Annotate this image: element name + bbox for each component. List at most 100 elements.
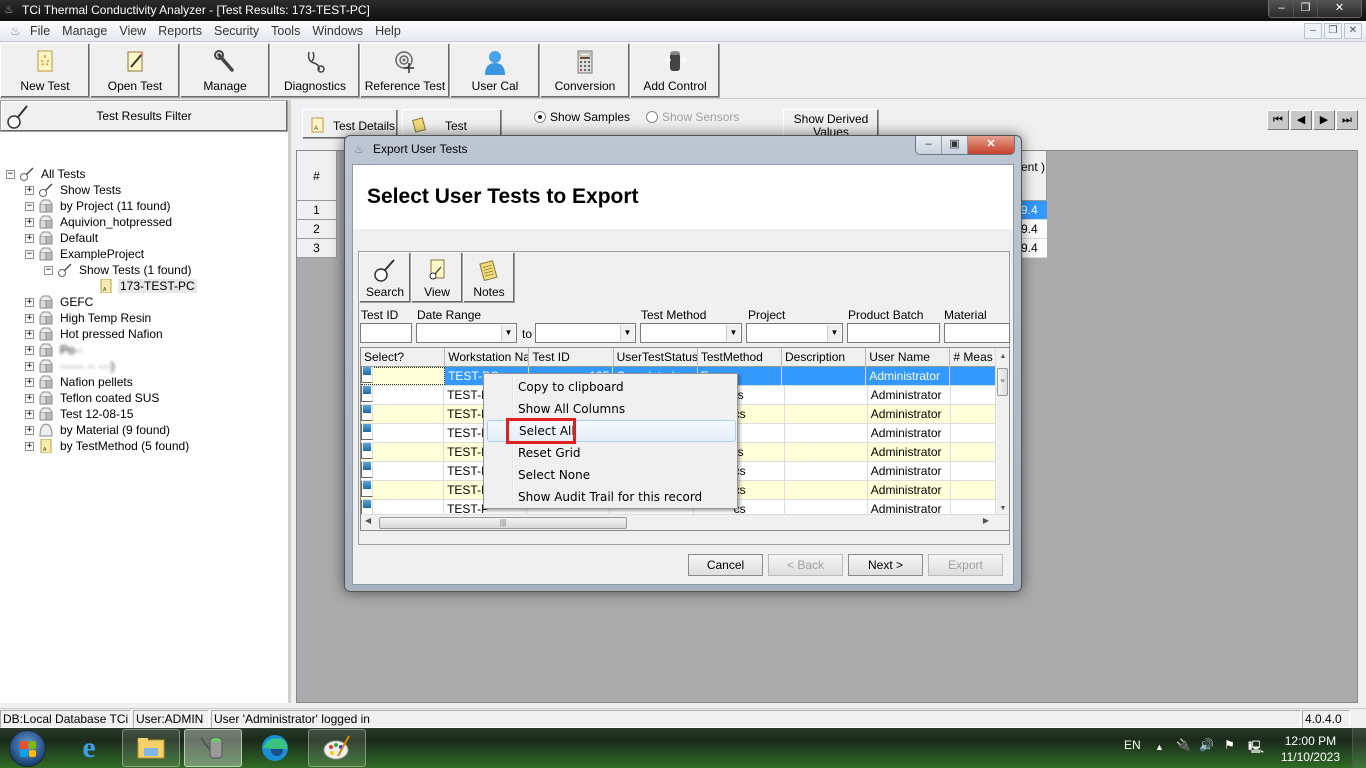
scroll-right-arrow[interactable]: ▶	[983, 516, 989, 525]
diagnostics-button[interactable]: Diagnostics	[270, 43, 360, 98]
grid-cell-user[interactable]: Administrator	[868, 386, 951, 404]
expand-icon[interactable]: +	[25, 425, 34, 435]
test-method-dropdown[interactable]: ▼	[640, 323, 742, 343]
expand-icon[interactable]: +	[25, 297, 34, 307]
chevron-down-icon[interactable]: ▼	[620, 325, 634, 341]
column-header[interactable]: Workstation Nar	[445, 348, 530, 367]
system-clock[interactable]: 12:00 PM 11/10/2023	[1281, 733, 1340, 765]
row-number-header[interactable]: #	[297, 151, 337, 201]
menu-item-copy-to-clipboard[interactable]: Copy to clipboard	[487, 376, 736, 398]
grid-cell-description[interactable]	[785, 443, 868, 461]
dialog-maximize-button[interactable]: ▣	[942, 136, 968, 154]
conversion-button[interactable]: Conversion	[540, 43, 630, 98]
menu-help[interactable]: Help	[375, 24, 401, 38]
user-cal-button[interactable]: User Cal	[450, 43, 540, 98]
expand-icon[interactable]: +	[25, 233, 34, 243]
last-record-button[interactable]: ⏭	[1336, 110, 1358, 130]
tree-item[interactable]: − Show Tests (1 found)	[44, 262, 194, 278]
expand-icon[interactable]: +	[25, 377, 34, 387]
grid-cell-user[interactable]: Administrator	[866, 367, 951, 385]
show-sensors-radio[interactable]: Show Sensors	[646, 110, 739, 124]
scroll-thumb[interactable]: |||	[379, 517, 627, 529]
menu-item-show-all-columns[interactable]: Show All Columns	[487, 398, 736, 420]
grid-cell-meas[interactable]	[951, 424, 997, 442]
menu-manage[interactable]: Manage	[62, 24, 107, 38]
tree-item[interactable]: − All Tests	[6, 166, 87, 182]
reference-test-button[interactable]: Reference Test	[360, 43, 450, 98]
grid-cell-description[interactable]	[785, 405, 868, 423]
column-header[interactable]: # Meas	[950, 348, 997, 367]
test-id-input[interactable]	[360, 323, 412, 343]
tree-item[interactable]: + High Temp Resin	[25, 310, 153, 326]
grid-cell-meas[interactable]	[951, 481, 997, 499]
grid-cell-user[interactable]: Administrator	[868, 481, 951, 499]
tree-item[interactable]: A 173-TEST-PC	[98, 278, 197, 294]
tree-item[interactable]: + Test 12-08-15	[25, 406, 135, 422]
menu-item-show-audit-trail[interactable]: Show Audit Trail for this record	[487, 486, 736, 508]
tree-item[interactable]: + Aby TestMethod (5 found)	[25, 438, 191, 454]
chevron-down-icon[interactable]: ▼	[726, 325, 740, 341]
material-input[interactable]	[944, 323, 1010, 343]
grid-cell-description[interactable]	[785, 462, 868, 480]
manage-button[interactable]: Manage	[180, 43, 270, 98]
menu-reports[interactable]: Reports	[158, 24, 202, 38]
cancel-button[interactable]: Cancel	[688, 554, 763, 576]
collapse-icon[interactable]: −	[44, 265, 53, 275]
test-results-filter-button[interactable]: Test Results Filter	[0, 100, 288, 132]
chevron-down-icon[interactable]: ▼	[501, 325, 515, 341]
volume-icon[interactable]: 🔊	[1199, 738, 1214, 752]
column-header[interactable]: User Name	[866, 348, 951, 367]
tree-item[interactable]: − by Project (11 found)	[25, 198, 173, 214]
grid-cell-description[interactable]	[785, 424, 868, 442]
column-header-partial[interactable]: ent )	[1021, 151, 1047, 201]
collapse-icon[interactable]: −	[25, 249, 34, 259]
menu-file[interactable]: File	[30, 24, 50, 38]
menu-item-select-none[interactable]: Select None	[487, 464, 736, 486]
new-test-button[interactable]: New Test	[0, 43, 90, 98]
tree-item[interactable]: + Po··	[25, 342, 85, 358]
back-button[interactable]: < Back	[768, 554, 843, 576]
grid-cell[interactable]: 9.4	[1021, 239, 1047, 258]
view-button[interactable]: View	[411, 252, 463, 303]
select-checkbox-cell[interactable]	[361, 386, 445, 404]
language-indicator[interactable]: EN	[1124, 738, 1141, 752]
select-checkbox-cell[interactable]	[361, 424, 445, 442]
taskbar-internet-explorer[interactable]: e	[60, 729, 118, 767]
maximize-button[interactable]: ❐	[1293, 0, 1317, 17]
close-button[interactable]: ✕	[1317, 0, 1361, 17]
collapse-icon[interactable]: −	[25, 201, 34, 211]
tree-item[interactable]: + Default	[25, 230, 100, 246]
grid-cell-user[interactable]: Administrator	[868, 462, 951, 480]
grid-cell-description[interactable]	[785, 386, 868, 404]
vertical-scrollbar[interactable]: ▲ ≡ ▼	[995, 348, 1009, 516]
product-batch-input[interactable]	[847, 323, 940, 343]
select-checkbox[interactable]	[361, 443, 373, 459]
select-checkbox[interactable]	[361, 424, 373, 440]
tree-item[interactable]: + Show Tests	[25, 182, 123, 198]
expand-icon[interactable]: +	[25, 185, 34, 195]
expand-icon[interactable]: +	[25, 329, 34, 339]
dialog-close-button[interactable]: ✕	[968, 136, 1014, 154]
grid-cell-user[interactable]: Administrator	[868, 443, 951, 461]
network-icon[interactable]: 🖳	[1248, 738, 1264, 759]
select-checkbox-cell[interactable]	[361, 481, 445, 499]
next-record-button[interactable]: ▶	[1313, 110, 1335, 130]
menu-windows[interactable]: Windows	[312, 24, 363, 38]
column-header[interactable]: Test ID	[529, 348, 614, 367]
action-center-flag-icon[interactable]: ⚑	[1224, 738, 1235, 752]
menu-item-reset-grid[interactable]: Reset Grid	[487, 442, 736, 464]
grid-cell-description[interactable]	[785, 481, 868, 499]
column-header[interactable]: Select?	[361, 348, 446, 367]
row-number[interactable]: 1	[297, 201, 337, 220]
select-checkbox-cell[interactable]	[361, 367, 446, 385]
show-samples-radio[interactable]: Show Samples	[534, 110, 630, 124]
first-record-button[interactable]: ⏮	[1267, 110, 1289, 130]
export-button[interactable]: Export	[928, 554, 1003, 576]
tree-item[interactable]: + Aquivion_hotpressed	[25, 214, 174, 230]
grid-cell[interactable]: 9.4	[1021, 220, 1047, 239]
select-checkbox[interactable]	[361, 405, 373, 421]
mdi-restore-button[interactable]: ❐	[1324, 23, 1342, 39]
taskbar-file-explorer[interactable]	[122, 729, 180, 767]
mdi-minimize-button[interactable]: –	[1304, 23, 1322, 39]
grid-cell-description[interactable]	[782, 367, 867, 385]
